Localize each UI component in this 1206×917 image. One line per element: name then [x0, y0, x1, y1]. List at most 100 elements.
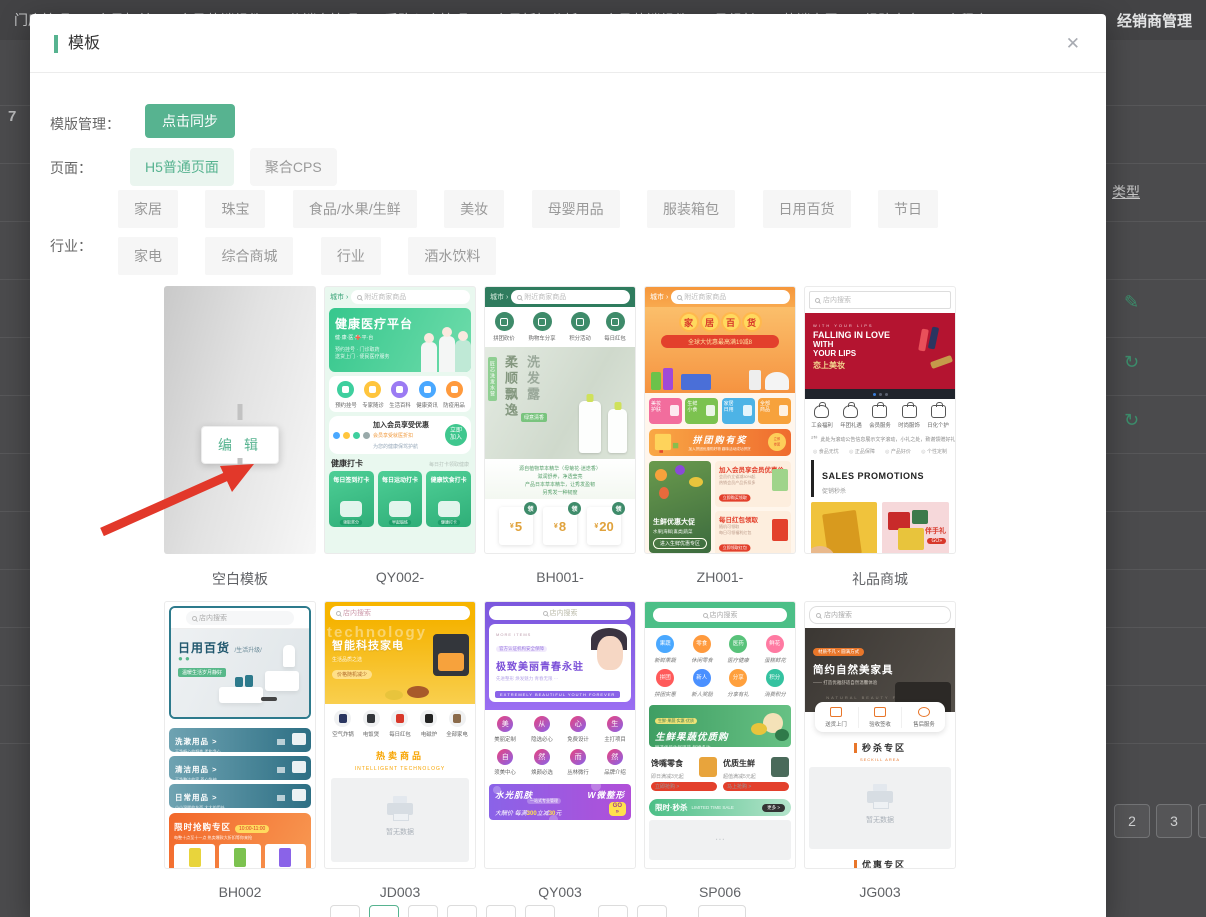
chip-industry[interactable]: 行业 [321, 237, 381, 275]
edit-icon[interactable]: ✎ [1124, 292, 1139, 313]
template-thumb-sp006[interactable]: 店内搜索 果蔬新鲜果蔬 零食休闲零食 医药医疗健康 鲜花蛋糕鲜花 拼团拼团实惠 … [644, 601, 796, 869]
page-button[interactable]: 4 [1198, 804, 1206, 838]
template-thumb-qy002[interactable]: 城市 › 附近商家商品 健康医疗平台 健·康·医·疗·平·台 ✚ 预约挂号 · … [324, 286, 476, 554]
coupon[interactable]: ¥5领 [499, 507, 533, 545]
drag-handle[interactable] [238, 404, 243, 420]
fresh-banner: 生鲜·果蔬·实惠·优质 生鲜果蔬优质购 精选优质生鲜果蔬·鲜嫩多汁 [649, 705, 791, 747]
sync-button[interactable]: 点击同步 [145, 104, 235, 138]
service-card: 送货上门 验收签收 售后服务 [815, 702, 945, 732]
search-icon [357, 295, 362, 300]
refresh-icon[interactable]: ↻ [1124, 352, 1139, 373]
product-card[interactable]: 柠檬洗洁精 [174, 844, 215, 869]
search-icon [815, 298, 820, 303]
template-label: JD003 [380, 884, 420, 904]
empty-block [649, 820, 791, 860]
woman-face-illustration [589, 628, 627, 678]
go-button[interactable]: GO» [927, 538, 946, 544]
tab-h5-page[interactable]: H5普通页面 [130, 148, 234, 186]
close-icon[interactable]: ✕ [1066, 34, 1080, 54]
empty-state: 暂无数据 [331, 778, 469, 862]
search-icon [677, 295, 682, 300]
search-icon [703, 613, 708, 618]
template-thumb-zh001[interactable]: 城市 › 附近商家商品 家居百货 全球大优惠最高满19减8 [644, 286, 796, 554]
air-fryer-image [433, 634, 469, 676]
template-thumb-jd003[interactable]: 店内搜索 technology 智能科技家电 生活品质之选 价格随机减少 空气炸… [324, 601, 476, 869]
category-tile[interactable]: 家居日用 [722, 398, 755, 424]
snack-promo[interactable]: 馋嘴零食即日满减3元起 立即抢购 > [651, 753, 717, 793]
membership-banner: 加入会员享受优惠 会员享受就医折扣 为您的健康保驾护航 立即加入 [329, 416, 471, 454]
shampoo-banner: 匠芯洗发水营 柔顺飘逸 洗发露 绿意清香 [485, 347, 635, 459]
qy002-banner: 健康医疗平台 健·康·医·疗·平·台 ✚ 预约挂号 · 门诊取药送货上门 · 便… [329, 308, 471, 372]
product-card[interactable]: 薰衣草洗衣液 [265, 844, 306, 869]
template-label: JG003 [859, 884, 900, 904]
page-tabs: H5普通页面 聚合CPS [130, 148, 337, 186]
furniture-banner: 材质不凡 × 圆满方式 简约自然美家具 —— 打造优雅舒适自然温馨体验 NATU… [805, 628, 955, 712]
drag-handle[interactable] [238, 458, 243, 474]
doctor-figure [455, 340, 471, 372]
chip-apparel[interactable]: 服装箱包 [647, 190, 735, 228]
refresh-icon[interactable]: ↻ [1124, 410, 1139, 431]
chip-beauty[interactable]: 美妆 [444, 190, 504, 228]
go-button[interactable]: GO» [609, 802, 626, 816]
template-thumb-blank[interactable]: 编 辑 [164, 286, 316, 554]
claim-button[interactable]: 立即领取红包 [719, 544, 751, 551]
industry-chips: 家居 珠宝 食品/水果/生鲜 美妆 母婴用品 服装箱包 日用百货 节日 家电 综… [118, 190, 1008, 284]
category-bar[interactable]: 日常用品 >小小温暖的东西 大大的用处 [169, 784, 311, 808]
page-button[interactable] [447, 905, 477, 917]
fresh-promo[interactable]: 优质生鲜超值满减5元起 马上抢购 > [723, 753, 789, 793]
city-selector: 城市 › [650, 292, 668, 302]
template-label: ZH001- [697, 569, 744, 589]
template-thumb-jg003[interactable]: 店内搜索 材质不凡 × 圆满方式 简约自然美家具 —— 打造优雅舒适自然温馨体验… [804, 601, 956, 869]
page-button[interactable] [598, 905, 628, 917]
search-icon [192, 616, 197, 621]
join-button[interactable]: 立即加入 [445, 424, 467, 446]
flash-sale-band: 限时·秒杀LIMITED TIME SALE 更多 > [649, 799, 791, 816]
category-tile[interactable]: 全部商品 [758, 398, 791, 424]
claim-button[interactable]: 立即购买领取 [719, 494, 751, 501]
template-thumb-bh001[interactable]: 城市 › 附近商家商品 拼团砍价 购物车分享 积分活动 每日红包 匠芯洗发水营 … [484, 286, 636, 554]
template-thumb-bh002[interactable]: 店内搜索 日用百货 /生活升级/ ● ● 温暖生活岁月静好 [164, 601, 316, 869]
member-card: 加入会员享会员优惠价 会员价立省减30%起 热销会员产品折扣多 立即购买领取 [715, 461, 791, 507]
search-placeholder: 附近商家商品 [364, 292, 406, 302]
chip-drinks[interactable]: 酒水饮料 [408, 237, 496, 275]
nav-item-distributor[interactable]: 经销商管理 [1117, 10, 1192, 31]
promo-banner: 水光肌肤W微整形 一站式专业管理 大酬价 每满300立减30元 GO» [489, 784, 631, 820]
more-button[interactable]: 更多 > [762, 804, 785, 812]
category-tile[interactable]: 生鲜小食 [685, 398, 718, 424]
chip-jewelry[interactable]: 珠宝 [205, 190, 265, 228]
shampoo-bottle [579, 401, 601, 453]
chip-food[interactable]: 食品/水果/生鲜 [293, 190, 417, 228]
page-button-active[interactable] [369, 905, 399, 917]
page-button[interactable]: 2 [1114, 804, 1150, 838]
category-bar[interactable]: 洗漱用品 >干净畅心的惬性 柔和净心 [169, 728, 311, 752]
join-group-button[interactable]: 立即参团 [768, 433, 786, 451]
coupon[interactable]: ¥20领 [587, 507, 621, 545]
page-button[interactable] [525, 905, 555, 917]
coupon[interactable]: ¥8领 [543, 507, 577, 545]
bg-column-header-type[interactable]: 类型 [1112, 182, 1140, 202]
shampoo-bottle [608, 409, 627, 453]
template-thumb-qy003[interactable]: 店内搜索 MORE ITEMS 官方认证机构安全保障 极致美丽青春永驻 先进整形… [484, 601, 636, 869]
category-tile[interactable]: 美妆护肤 [649, 398, 682, 424]
chip-festival[interactable]: 节日 [878, 190, 938, 228]
section-title: SALES PROMOTIONS [822, 471, 924, 481]
page-button[interactable] [330, 905, 360, 917]
announcement: 🕬此处为滚动公告信息展示文字滚动，小礼之处，致谢馈赠好礼 [805, 432, 955, 446]
page-button[interactable] [637, 905, 667, 917]
chip-home[interactable]: 家居 [118, 190, 178, 228]
next-page-button[interactable] [698, 905, 746, 917]
search-icon [816, 613, 821, 618]
chip-mall[interactable]: 综合商城 [205, 237, 293, 275]
fresh-zone-button[interactable]: 进入生鲜优惠专区 [653, 538, 707, 549]
chip-appliance[interactable]: 家电 [118, 237, 178, 275]
page-button[interactable] [486, 905, 516, 917]
page-button[interactable]: 3 [1156, 804, 1192, 838]
tab-cps[interactable]: 聚合CPS [250, 148, 337, 186]
chip-baby[interactable]: 母婴用品 [532, 190, 620, 228]
template-thumb-gift[interactable]: 店内搜索 WITH YOUR LIPS FALLING IN LOVE WITH… [804, 286, 956, 554]
chip-daily[interactable]: 日用百货 [763, 190, 851, 228]
page-button[interactable] [408, 905, 438, 917]
category-bar[interactable]: 清洁用品 >干净整洁的家 养心怡神 [169, 756, 311, 780]
product-card[interactable]: 竹浆本色抽纸 [219, 844, 260, 869]
gift-box-image [811, 502, 877, 554]
